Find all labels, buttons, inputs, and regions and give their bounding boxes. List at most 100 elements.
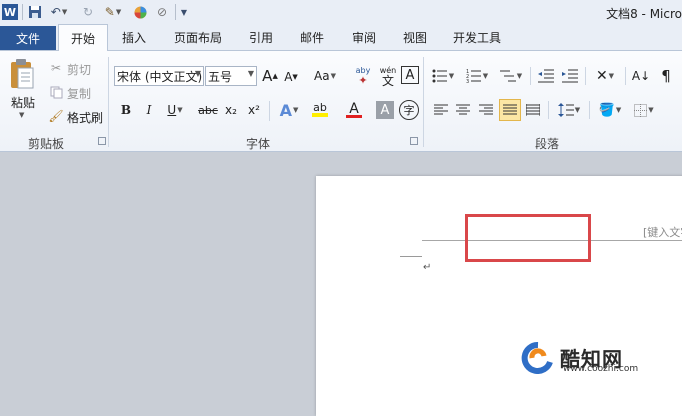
pilcrow-icon: ¶: [661, 67, 671, 85]
phonetic-char: 文: [381, 74, 394, 88]
char-border-icon: A: [405, 67, 415, 83]
decrease-indent-button[interactable]: [537, 66, 555, 86]
inline-separator: [269, 101, 270, 121]
char-border-button[interactable]: A: [401, 66, 419, 84]
text-effects-button[interactable]: A ▼: [276, 99, 302, 121]
paste-icon[interactable]: [8, 57, 36, 91]
color-wheel-icon[interactable]: [132, 4, 148, 20]
inline-separator: [548, 101, 549, 119]
align-center-button[interactable]: [454, 100, 472, 120]
subscript-button[interactable]: x₂: [222, 101, 240, 119]
tab-developer[interactable]: 开发工具: [453, 29, 501, 46]
paint-bucket-icon: 🪣: [598, 102, 615, 118]
tab-mailings[interactable]: 邮件: [300, 29, 324, 46]
svg-text:3: 3: [466, 79, 469, 83]
header-placeholder-text[interactable]: [键入文字]: [643, 224, 682, 240]
group-separator: [423, 57, 424, 147]
decrease-indent-icon: [538, 69, 554, 83]
tab-insert[interactable]: 插入: [122, 29, 146, 46]
paragraph-group-label: 段落: [535, 137, 560, 151]
sort-button[interactable]: A↓: [631, 66, 651, 86]
enclose-char-button[interactable]: 字: [399, 100, 419, 120]
ribbon-tabs: 文件 开始 插入 页面布局 引用 邮件 审阅 视图 开发工具: [0, 24, 682, 51]
bold-button[interactable]: B: [118, 101, 134, 119]
margin-corner-mark: [400, 256, 422, 257]
chevron-down-icon: ▼: [247, 69, 254, 78]
tab-references[interactable]: 引用: [249, 29, 273, 46]
save-icon[interactable]: [27, 4, 43, 20]
align-right-button[interactable]: [477, 100, 495, 120]
change-case-button[interactable]: Aa ▼: [312, 66, 338, 86]
grow-font-icon: A: [262, 67, 273, 85]
copy-icon[interactable]: [48, 84, 64, 100]
format-painter-icon[interactable]: 🖌: [48, 108, 64, 124]
bullets-button[interactable]: ▼: [430, 66, 456, 86]
font-family-select[interactable]: 宋体 (中文正文) ▼: [114, 66, 204, 86]
font-color-swatch: [346, 114, 362, 118]
phonetic-guide-button[interactable]: wén 文: [377, 64, 399, 88]
borders-button[interactable]: ▼: [630, 100, 658, 120]
inline-separator: [625, 67, 626, 85]
format-painter-button[interactable]: 格式刷: [67, 109, 103, 126]
tab-page-layout[interactable]: 页面布局: [174, 29, 222, 46]
copy-button[interactable]: 复制: [67, 85, 91, 102]
distributed-button[interactable]: [524, 100, 542, 120]
undo-icon[interactable]: ↶ ▼: [48, 4, 70, 20]
paste-button[interactable]: 粘贴: [11, 94, 35, 111]
cut-button[interactable]: 剪切: [67, 61, 91, 78]
clipboard-launcher-icon[interactable]: [98, 137, 106, 145]
show-marks-button[interactable]: ¶: [656, 66, 676, 86]
justify-button[interactable]: [499, 99, 521, 121]
align-left-button[interactable]: [432, 100, 450, 120]
clear-format-button[interactable]: aby ✦: [352, 64, 374, 88]
chinese-layout-button[interactable]: ✕ ▼: [591, 66, 619, 86]
tab-file[interactable]: 文件: [0, 26, 56, 50]
coozhi-logo-icon: [520, 341, 556, 374]
font-group-label: 字体: [246, 137, 271, 151]
numbering-icon: 123: [466, 69, 481, 83]
superscript-button[interactable]: x²: [245, 101, 263, 119]
tab-home[interactable]: 开始: [58, 24, 108, 51]
font-size-select[interactable]: 五号 ▼: [205, 66, 257, 86]
tab-review[interactable]: 审阅: [352, 29, 376, 46]
shrink-font-button[interactable]: A ▼: [283, 68, 299, 86]
redo-icon[interactable]: ↻: [80, 4, 96, 20]
font-launcher-icon[interactable]: [410, 137, 418, 145]
highlight-button[interactable]: ab: [306, 99, 334, 121]
italic-button[interactable]: I: [141, 101, 157, 119]
inline-separator: [589, 101, 590, 119]
numbering-button[interactable]: 1 2 3 ▼: [464, 66, 490, 86]
shading-button[interactable]: 🪣 ▼: [596, 100, 624, 120]
bullets-icon: [432, 69, 447, 83]
cut-icon[interactable]: ✂: [48, 60, 64, 76]
text-effects-icon: A: [279, 100, 292, 120]
distributed-icon: [526, 104, 540, 116]
word-app-icon[interactable]: W: [2, 4, 18, 20]
increase-indent-icon: [562, 69, 578, 83]
strikethrough-button[interactable]: abc: [197, 101, 219, 119]
borders-icon: [634, 103, 648, 117]
no-format-icon[interactable]: ⊘: [154, 4, 170, 20]
format-painter-qa-icon[interactable]: ✎ ▼: [102, 4, 124, 20]
grow-font-button[interactable]: A ▲: [261, 66, 279, 86]
increase-indent-button[interactable]: [561, 66, 579, 86]
ribbon: 粘贴 ▼ ✂ 剪切 复制 🖌 格式刷 剪贴板 宋体 (中文正文) ▼ 五号 ▼ A ▲…: [0, 50, 682, 152]
shrink-font-icon: A: [284, 70, 293, 84]
font-color-button[interactable]: A: [340, 99, 368, 121]
qa-separator: [175, 4, 176, 20]
eraser-icon: ✦: [358, 74, 368, 87]
document-page[interactable]: [316, 176, 682, 416]
multilevel-list-button[interactable]: ▼: [498, 66, 524, 86]
customize-qa-icon[interactable]: ▼: [178, 4, 190, 20]
line-spacing-button[interactable]: ▼: [555, 100, 583, 120]
char-shading-button[interactable]: A: [376, 101, 394, 119]
underline-button[interactable]: U ▼: [164, 101, 186, 119]
group-separator: [108, 57, 109, 147]
inline-separator: [585, 67, 586, 85]
paste-dropdown-icon[interactable]: ▼: [19, 111, 24, 119]
qa-separator: [22, 4, 23, 20]
highlight-annotation-box: [465, 214, 591, 262]
tab-view[interactable]: 视图: [403, 29, 427, 46]
paragraph-mark: ↵: [423, 262, 432, 273]
highlight-color-swatch: [312, 113, 328, 117]
